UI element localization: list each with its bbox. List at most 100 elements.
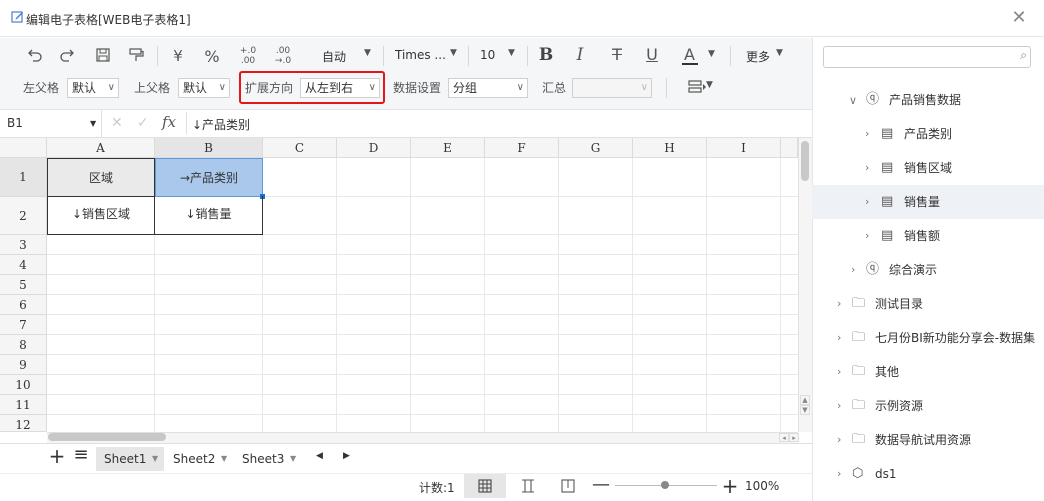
- tree-item-field[interactable]: › ▤ 销售额: [812, 219, 1044, 253]
- column-header[interactable]: D: [337, 138, 411, 158]
- tree-item-folder[interactable]: › 🗀 示例资源: [812, 389, 1044, 423]
- expand-direction-select[interactable]: 从左到右 ∨: [300, 78, 380, 98]
- cell-B2[interactable]: ↓销售量: [154, 196, 263, 235]
- add-sheet-icon[interactable]: +: [48, 444, 66, 468]
- increase-decimal-icon[interactable]: +.0.00: [237, 46, 259, 68]
- vertical-scrollbar[interactable]: [798, 138, 812, 432]
- cell-B1[interactable]: →产品类别: [155, 158, 263, 197]
- row-header[interactable]: 11: [0, 395, 47, 415]
- horizontal-scroll-thumb[interactable]: [48, 433, 166, 441]
- prev-sheet-icon[interactable]: ◀: [316, 451, 323, 461]
- tree-item-cube[interactable]: › ⬡ ds1: [812, 457, 1044, 491]
- function-icon[interactable]: fx: [162, 113, 180, 131]
- undo-icon[interactable]: [24, 46, 44, 66]
- top-parent-select[interactable]: 默认 ∨: [178, 78, 230, 98]
- row-header[interactable]: 10: [0, 375, 47, 395]
- chevron-right-icon: ›: [865, 127, 870, 140]
- row-header[interactable]: 9: [0, 355, 47, 375]
- column-header[interactable]: C: [263, 138, 337, 158]
- select-all-corner[interactable]: [0, 138, 47, 158]
- format-painter-icon[interactable]: [126, 46, 146, 66]
- close-icon[interactable]: ✕: [1010, 9, 1028, 27]
- scroll-up-icon[interactable]: ▲: [800, 395, 810, 405]
- save-icon[interactable]: [93, 46, 113, 66]
- search-input[interactable]: [828, 48, 1008, 66]
- strikethrough-icon[interactable]: T: [607, 45, 627, 67]
- formula-input[interactable]: ↓产品类别: [192, 116, 250, 133]
- font-size-dropdown[interactable]: 10 ▼: [476, 48, 520, 66]
- search-icon[interactable]: ⌕: [1020, 48, 1027, 63]
- column-header[interactable]: F: [485, 138, 559, 158]
- tree-item-folder[interactable]: › 🗀 其他: [812, 355, 1044, 389]
- chevron-right-icon: ›: [837, 331, 842, 344]
- sheet-list-icon[interactable]: ≡: [72, 444, 90, 468]
- folder-icon: 🗀: [852, 398, 866, 413]
- summary-select[interactable]: ∨: [572, 78, 652, 98]
- decrease-decimal-icon[interactable]: .00 →.0: [272, 46, 294, 68]
- search-box[interactable]: ⌕: [823, 46, 1031, 68]
- tree-item-folder-dataset[interactable]: ∨ ⓠ 产品销售数据: [812, 83, 1044, 117]
- cell-A1[interactable]: 区域: [47, 158, 155, 197]
- more-dropdown[interactable]: 更多 ▼: [746, 48, 790, 66]
- tree-item-folder[interactable]: › 🗀 测试目录: [812, 287, 1044, 321]
- column-header[interactable]: I: [707, 138, 781, 158]
- column-header[interactable]: B: [155, 138, 263, 158]
- field-icon: ▤: [881, 194, 894, 209]
- column-header[interactable]: G: [559, 138, 633, 158]
- zoom-slider-thumb[interactable]: [661, 481, 669, 489]
- font-color-button[interactable]: A ▼: [680, 45, 718, 67]
- tree-item-folder[interactable]: › 🗀 数据导航试用资源: [812, 423, 1044, 457]
- zoom-out-icon[interactable]: —: [592, 476, 610, 496]
- row-header[interactable]: 2: [0, 197, 47, 235]
- row-header[interactable]: 5: [0, 275, 47, 295]
- row-header[interactable]: 3: [0, 235, 47, 255]
- redo-icon[interactable]: [58, 46, 78, 66]
- row-header[interactable]: 6: [0, 295, 47, 315]
- scroll-left-icon[interactable]: ◂: [779, 433, 789, 442]
- underline-icon[interactable]: U: [642, 45, 662, 67]
- confirm-icon[interactable]: ✓: [137, 115, 151, 131]
- row-header[interactable]: 8: [0, 335, 47, 355]
- column-header[interactable]: E: [411, 138, 485, 158]
- insert-menu-button[interactable]: ▼: [678, 78, 718, 98]
- number-format-dropdown[interactable]: 自动 ▼: [316, 48, 376, 66]
- sheet-tab-sheet1[interactable]: Sheet1 ▼: [96, 447, 164, 471]
- percent-format-icon[interactable]: %: [202, 47, 222, 67]
- row-header[interactable]: 12: [0, 415, 47, 432]
- cell-A2[interactable]: ↓销售区域: [47, 196, 155, 235]
- scroll-right-icon[interactable]: ▸: [789, 433, 799, 442]
- chevron-right-icon: ›: [837, 399, 842, 412]
- tree-item-field[interactable]: › ▤ 销售量: [812, 185, 1044, 219]
- bold-icon[interactable]: B: [536, 45, 556, 67]
- chevron-down-icon: ∨: [218, 82, 226, 93]
- left-parent-select[interactable]: 默认 ∨: [67, 78, 119, 98]
- cell-reference-box[interactable]: B1 ▼: [0, 110, 102, 137]
- tree-item-label: 综合演示: [889, 263, 938, 277]
- tree-item-dataset[interactable]: › ⓠ 综合演示: [812, 253, 1044, 287]
- normal-view-button[interactable]: [464, 474, 506, 498]
- sheet-tab-sheet3[interactable]: Sheet3 ▼: [234, 447, 302, 471]
- column-header[interactable]: H: [633, 138, 707, 158]
- row-header[interactable]: 7: [0, 315, 47, 335]
- row-header[interactable]: 4: [0, 255, 47, 275]
- sheet-tab-sheet2[interactable]: Sheet2 ▼: [165, 447, 233, 471]
- field-icon: ▤: [881, 160, 894, 175]
- data-setting-select[interactable]: 分组 ∨: [448, 78, 528, 98]
- page-layout-view-button[interactable]: [554, 474, 582, 498]
- row-header[interactable]: 1: [0, 158, 47, 197]
- currency-format-icon[interactable]: ¥: [168, 47, 188, 67]
- tree-item-folder[interactable]: › 🗀 七月份BI新功能分享会-数据集: [812, 321, 1044, 355]
- italic-icon[interactable]: I: [570, 45, 590, 67]
- vertical-scroll-thumb[interactable]: [801, 141, 809, 181]
- tree-item-field[interactable]: › ▤ 产品类别: [812, 117, 1044, 151]
- scroll-down-icon[interactable]: ▼: [800, 405, 810, 415]
- chevron-down-icon: ∨: [849, 94, 858, 107]
- cancel-icon[interactable]: ✕: [111, 115, 125, 131]
- font-family-dropdown[interactable]: Times ... ▼: [392, 48, 462, 66]
- zoom-in-icon[interactable]: +: [721, 474, 739, 498]
- page-break-view-button[interactable]: [514, 474, 542, 498]
- tree-item-field[interactable]: › ▤ 销售区域: [812, 151, 1044, 185]
- font-color-icon: A: [684, 45, 695, 64]
- column-header[interactable]: A: [47, 138, 155, 158]
- next-sheet-icon[interactable]: ▶: [343, 451, 350, 461]
